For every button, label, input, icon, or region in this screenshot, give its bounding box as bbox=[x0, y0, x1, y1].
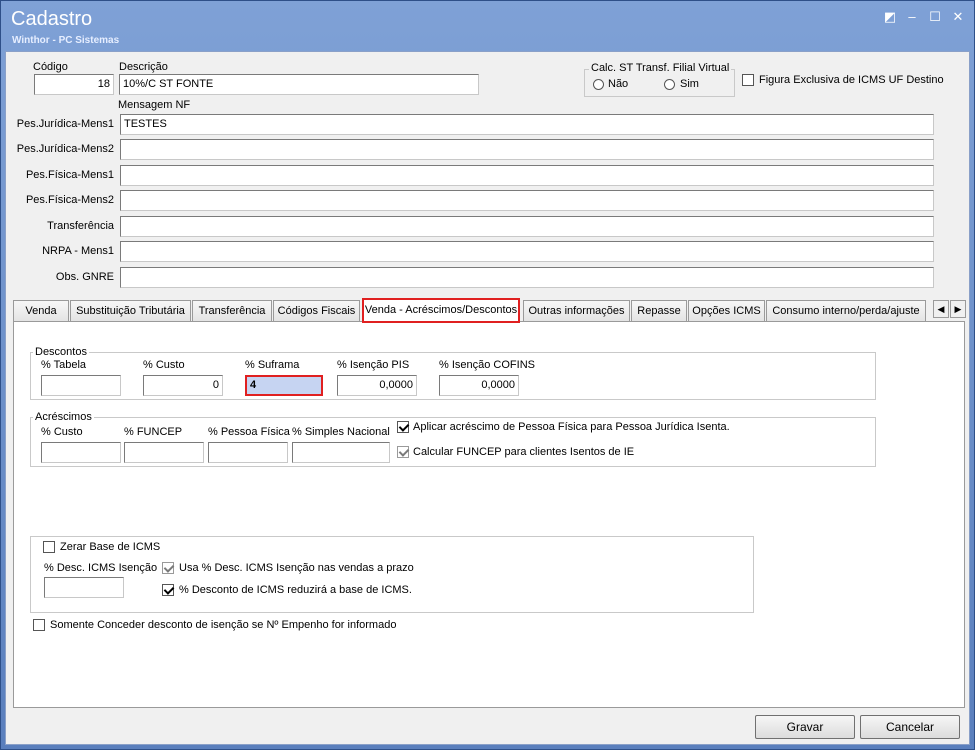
calc-st-group: Calc. ST Transf. Filial Virtual Não Sim bbox=[584, 62, 735, 97]
tab-opcoes-icms[interactable]: Opções ICMS bbox=[688, 300, 765, 322]
cancelar-button-label: Cancelar bbox=[885, 720, 935, 734]
calcular-funcep-label: Calcular FUNCEP para clientes Isentos de… bbox=[413, 446, 635, 458]
calcular-funcep-checkbox[interactable] bbox=[397, 446, 409, 458]
desc-custo-label: % Custo bbox=[143, 359, 185, 371]
aplicar-acrescimo-checkbox[interactable] bbox=[397, 421, 409, 433]
acr-pessoa-fisica-field[interactable] bbox=[208, 442, 288, 463]
msg-label-pj1: Pes.Jurídica-Mens1 bbox=[16, 118, 114, 130]
msg-field-pf2[interactable] bbox=[120, 190, 934, 211]
descricao-field[interactable]: 10%/C ST FONTE bbox=[119, 74, 479, 95]
acr-funcep-label: % FUNCEP bbox=[124, 426, 183, 438]
empenho-checkbox[interactable] bbox=[33, 619, 45, 631]
acr-simples-nacional-field[interactable] bbox=[292, 442, 390, 463]
msg-field-pf1[interactable] bbox=[120, 165, 934, 186]
close-icon[interactable]: ✕ bbox=[950, 10, 966, 24]
zerar-base-icms-label: Zerar Base de ICMS bbox=[60, 541, 161, 553]
maximize-icon[interactable]: ☐ bbox=[927, 10, 943, 24]
desc-suframa-field[interactable]: 4 bbox=[245, 375, 323, 396]
desc-isencao-cofins-label: % Isenção COFINS bbox=[439, 359, 535, 371]
msg-field-transferencia[interactable] bbox=[120, 216, 934, 237]
restore-tile-icon[interactable]: ◩ bbox=[882, 10, 898, 24]
tab-strip: Venda Substituição Tributária Transferên… bbox=[13, 298, 971, 323]
title-bar[interactable]: Cadastro Winthor - PC Sistemas ◩ – ☐ ✕ bbox=[1, 1, 974, 51]
aplicar-acrescimo-label: Aplicar acréscimo de Pessoa Física para … bbox=[413, 421, 730, 433]
tab-venda-acrescimos-descontos[interactable]: Venda - Acréscimos/Descontos bbox=[362, 298, 520, 323]
msg-label-nrpa: NRPA - Mens1 bbox=[42, 245, 114, 257]
radio-nao-label: Não bbox=[608, 78, 629, 90]
msg-label-pf1: Pes.Física-Mens1 bbox=[25, 169, 114, 181]
acr-funcep-field[interactable] bbox=[124, 442, 204, 463]
figura-exclusiva-label: Figura Exclusiva de ICMS UF Destino bbox=[759, 74, 944, 86]
tab-scroll-left-icon[interactable]: ◀ bbox=[933, 300, 949, 318]
codigo-field[interactable]: 18 bbox=[34, 74, 114, 95]
acrescimos-title: Acréscimos bbox=[33, 411, 94, 423]
descontos-group: Descontos % Tabela % Custo 0 % Suframa 4… bbox=[30, 346, 876, 400]
descricao-label: Descrição bbox=[119, 61, 168, 73]
desc-isencao-pis-label: % Isenção PIS bbox=[337, 359, 410, 371]
usa-desc-icms-label: Usa % Desc. ICMS Isenção nas vendas a pr… bbox=[179, 562, 414, 574]
msg-label-pj2: Pes.Jurídica-Mens2 bbox=[16, 143, 114, 155]
tab-outras-informacoes[interactable]: Outras informações bbox=[523, 300, 630, 322]
msg-field-pj1[interactable]: TESTES bbox=[120, 114, 934, 135]
usa-desc-icms-checkbox[interactable] bbox=[162, 562, 174, 574]
desc-isencao-cofins-field[interactable]: 0,0000 bbox=[439, 375, 519, 396]
desc-icms-isencao-label: % Desc. ICMS Isenção bbox=[44, 562, 158, 574]
form-client-area: Código 18 Descrição 10%/C ST FONTE Calc.… bbox=[5, 51, 970, 745]
msg-label-transferencia: Transferência bbox=[47, 220, 114, 232]
icms-group: Zerar Base de ICMS % Desc. ICMS Isenção … bbox=[30, 536, 754, 613]
desc-tabela-label: % Tabela bbox=[41, 359, 87, 371]
mensagem-nf-label: Mensagem NF bbox=[118, 99, 191, 111]
window-title: Cadastro bbox=[11, 8, 93, 30]
tab-codigos-fiscais[interactable]: Códigos Fiscais bbox=[273, 300, 360, 322]
acr-custo-field[interactable] bbox=[41, 442, 121, 463]
acr-pessoa-fisica-label: % Pessoa Física bbox=[208, 426, 290, 438]
gravar-button[interactable]: Gravar bbox=[755, 715, 855, 739]
msg-label-gnre: Obs. GNRE bbox=[55, 271, 114, 283]
tab-venda[interactable]: Venda bbox=[13, 300, 69, 322]
empenho-label: Somente Conceder desconto de isenção se … bbox=[50, 619, 397, 631]
tab-transferencia[interactable]: Transferência bbox=[192, 300, 272, 322]
cadastro-window: Cadastro Winthor - PC Sistemas ◩ – ☐ ✕ C… bbox=[0, 0, 975, 750]
radio-sim[interactable] bbox=[664, 79, 675, 90]
figura-exclusiva-checkbox[interactable] bbox=[742, 74, 754, 86]
zerar-base-icms-checkbox[interactable] bbox=[43, 541, 55, 553]
acrescimos-group: Acréscimos % Custo % FUNCEP % Pessoa Fís… bbox=[30, 411, 876, 467]
msg-field-gnre[interactable] bbox=[120, 267, 934, 288]
msg-label-pf2: Pes.Física-Mens2 bbox=[25, 194, 114, 206]
cancelar-button[interactable]: Cancelar bbox=[860, 715, 960, 739]
msg-field-nrpa[interactable] bbox=[120, 241, 934, 262]
tab-consumo-interno[interactable]: Consumo interno/perda/ajuste bbox=[766, 300, 926, 322]
gravar-button-label: Gravar bbox=[786, 720, 824, 734]
codigo-label: Código bbox=[33, 61, 68, 73]
acr-simples-nacional-label: % Simples Nacional bbox=[292, 426, 390, 438]
calc-st-title: Calc. ST Transf. Filial Virtual bbox=[589, 62, 732, 74]
tab-panel-venda-acrescimos: Descontos % Tabela % Custo 0 % Suframa 4… bbox=[13, 321, 965, 708]
acr-custo-label: % Custo bbox=[41, 426, 83, 438]
reduzira-base-checkbox[interactable] bbox=[162, 584, 174, 596]
radio-nao[interactable] bbox=[593, 79, 604, 90]
tab-substituicao-tributaria[interactable]: Substituição Tributária bbox=[70, 300, 191, 322]
tab-scroll-right-icon[interactable]: ▶ bbox=[950, 300, 966, 318]
desc-custo-field[interactable]: 0 bbox=[143, 375, 223, 396]
descontos-title: Descontos bbox=[33, 346, 89, 358]
msg-field-pj2[interactable] bbox=[120, 139, 934, 160]
radio-sim-label: Sim bbox=[680, 78, 699, 90]
desc-icms-isencao-field[interactable] bbox=[44, 577, 124, 598]
tab-repasse[interactable]: Repasse bbox=[631, 300, 687, 322]
reduzira-base-label: % Desconto de ICMS reduzirá a base de IC… bbox=[179, 584, 412, 596]
desc-suframa-label: % Suframa bbox=[245, 359, 300, 371]
window-subtitle: Winthor - PC Sistemas bbox=[12, 35, 120, 46]
minimize-icon[interactable]: – bbox=[904, 10, 920, 24]
desc-tabela-field[interactable] bbox=[41, 375, 121, 396]
desc-isencao-pis-field[interactable]: 0,0000 bbox=[337, 375, 417, 396]
